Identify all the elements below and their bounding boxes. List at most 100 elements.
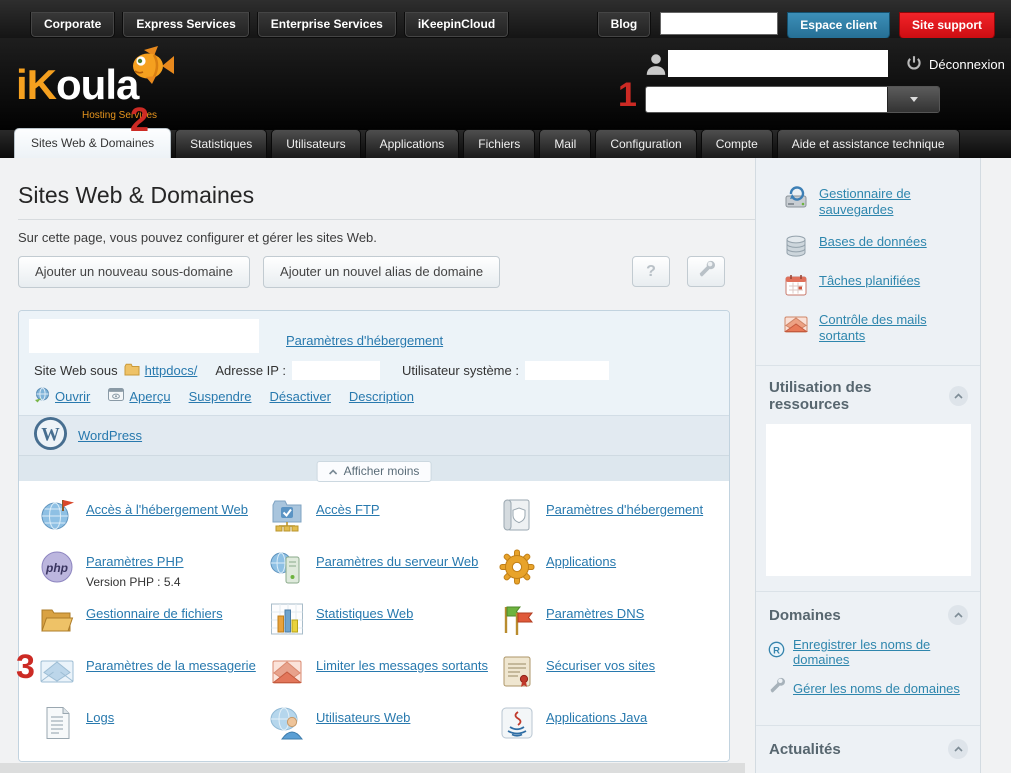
tab-fichiers[interactable]: Fichiers bbox=[463, 129, 535, 158]
grid-item-outgoing-mail-limit: Limiter les messages sortants bbox=[269, 653, 499, 705]
help-button[interactable]: ? bbox=[632, 256, 670, 287]
tab-utilisateurs[interactable]: Utilisateurs bbox=[271, 129, 360, 158]
domain-name-field bbox=[29, 319, 259, 353]
show-less-button[interactable]: Afficher moins bbox=[317, 461, 432, 482]
domains-section: Domaines R Enregistrer les noms de domai… bbox=[756, 591, 980, 725]
add-domain-alias-button[interactable]: Ajouter un nouvel alias de domaine bbox=[263, 256, 500, 288]
power-icon bbox=[906, 55, 922, 74]
resources-collapse-button[interactable] bbox=[949, 386, 968, 406]
folder-icon bbox=[124, 363, 140, 379]
httpdocs-link[interactable]: httpdocs/ bbox=[145, 363, 198, 378]
sidebar-item-scheduled-tasks: Tâches planifiées bbox=[784, 273, 968, 297]
web-users-link[interactable]: Utilisateurs Web bbox=[316, 710, 410, 725]
top-tab-enterprise-services[interactable]: Enterprise Services bbox=[257, 12, 397, 38]
news-collapse-button[interactable] bbox=[948, 739, 968, 759]
outgoing-mail-control-link[interactable]: Contrôle des mails sortants bbox=[819, 312, 968, 345]
register-domains-link[interactable]: Enregistrer les noms de domaines bbox=[793, 637, 970, 667]
web-server-settings-icon bbox=[269, 549, 305, 585]
settings-wrench-button[interactable] bbox=[687, 256, 725, 287]
domains-section-title: Domaines bbox=[769, 607, 841, 624]
preview-link[interactable]: Aperçu bbox=[108, 388, 170, 405]
wordpress-row: W WordPress bbox=[19, 415, 729, 455]
grid-item-secure-sites: Sécuriser vos sites bbox=[499, 653, 727, 705]
fish-mascot-icon bbox=[124, 44, 178, 99]
scheduled-tasks-link[interactable]: Tâches planifiées bbox=[819, 273, 920, 297]
open-site-label: Ouvrir bbox=[55, 389, 90, 404]
ikoula-logo: iKoula Hosting Services bbox=[16, 64, 186, 128]
logs-link[interactable]: Logs bbox=[86, 710, 114, 725]
register-domains-row: R Enregistrer les noms de domaines bbox=[768, 637, 970, 667]
top-tab-express-services[interactable]: Express Services bbox=[122, 12, 249, 38]
ftp-access-link[interactable]: Accès FTP bbox=[316, 502, 380, 517]
databases-link[interactable]: Bases de données bbox=[819, 234, 927, 258]
hosting-settings-link[interactable]: Paramètres d'hébergement bbox=[286, 333, 443, 348]
deactivate-link[interactable]: Désactiver bbox=[269, 389, 330, 404]
manage-domains-wrench-icon bbox=[768, 677, 785, 699]
manage-domains-link[interactable]: Gérer les noms de domaines bbox=[793, 681, 960, 696]
svg-text:R: R bbox=[773, 645, 780, 656]
file-manager-link[interactable]: Gestionnaire de fichiers bbox=[86, 606, 223, 621]
feature-grid: Accès à l'hébergement Web Accès F bbox=[19, 481, 729, 761]
svg-text:php: php bbox=[45, 561, 68, 575]
hosting-settings-grid-link[interactable]: Paramètres d'hébergement bbox=[546, 502, 703, 517]
description-link[interactable]: Description bbox=[349, 389, 414, 404]
top-search-input[interactable] bbox=[660, 12, 778, 35]
ip-label: Adresse IP : bbox=[215, 363, 286, 378]
preview-label: Aperçu bbox=[129, 389, 170, 404]
top-bar-tabs: Corporate Express Services Enterprise Se… bbox=[30, 12, 509, 38]
espace-client-button[interactable]: Espace client bbox=[787, 12, 890, 39]
page-title: Sites Web & Domaines bbox=[18, 182, 254, 209]
file-manager-icon bbox=[39, 601, 75, 637]
secure-sites-link[interactable]: Sécuriser vos sites bbox=[546, 658, 655, 673]
tab-applications[interactable]: Applications bbox=[365, 129, 460, 158]
top-tab-blog[interactable]: Blog bbox=[597, 12, 652, 38]
tab-aide[interactable]: Aide et assistance technique bbox=[777, 129, 960, 158]
toolbar-mini-buttons: ? bbox=[632, 256, 725, 287]
php-settings-icon: php bbox=[39, 549, 75, 585]
grid-item-web-server-settings: Paramètres du serveur Web bbox=[269, 549, 499, 601]
outgoing-mail-control-icon bbox=[784, 312, 808, 336]
add-subdomain-button[interactable]: Ajouter un nouveau sous-domaine bbox=[18, 256, 250, 288]
suspend-link[interactable]: Suspendre bbox=[189, 389, 252, 404]
web-server-settings-link[interactable]: Paramètres du serveur Web bbox=[316, 554, 478, 569]
sidebar-item-databases: Bases de données bbox=[784, 234, 968, 258]
tab-mail[interactable]: Mail bbox=[539, 129, 591, 158]
grid-item-mail-settings: Paramètres de la messagerie bbox=[39, 653, 269, 705]
logout-label: Déconnexion bbox=[929, 57, 1005, 72]
resources-section: Utilisation des ressources bbox=[756, 365, 980, 576]
applications-link[interactable]: Applications bbox=[546, 554, 616, 569]
wrench-icon bbox=[697, 260, 715, 283]
open-site-icon bbox=[34, 387, 50, 406]
logout-button[interactable]: Déconnexion bbox=[906, 55, 1005, 74]
backup-manager-link[interactable]: Gestionnaire de sauvegardes bbox=[819, 186, 968, 219]
dns-settings-link[interactable]: Paramètres DNS bbox=[546, 606, 644, 621]
sidebar-item-backup-manager: Gestionnaire de sauvegardes bbox=[784, 186, 968, 219]
site-support-button[interactable]: Site support bbox=[899, 12, 995, 39]
web-hosting-access-link[interactable]: Accès à l'hébergement Web bbox=[86, 502, 248, 517]
web-statistics-link[interactable]: Statistiques Web bbox=[316, 606, 413, 621]
domains-collapse-button[interactable] bbox=[948, 605, 968, 625]
databases-icon bbox=[784, 234, 808, 258]
php-version-text: Version PHP : 5.4 bbox=[86, 575, 184, 589]
preview-icon bbox=[108, 388, 124, 405]
grid-item-web-users: Utilisateurs Web bbox=[269, 705, 499, 757]
outgoing-mail-limit-link[interactable]: Limiter les messages sortants bbox=[316, 658, 488, 673]
wordpress-link[interactable]: WordPress bbox=[78, 428, 142, 443]
top-tab-corporate[interactable]: Corporate bbox=[30, 12, 115, 38]
php-settings-link[interactable]: Paramètres PHP bbox=[86, 554, 184, 569]
domain-selector-dropdown-button[interactable] bbox=[887, 87, 939, 112]
annotation-step-3: 3 bbox=[16, 650, 35, 684]
domain-selector[interactable] bbox=[645, 86, 940, 113]
top-bar: Corporate Express Services Enterprise Se… bbox=[0, 0, 1011, 38]
tab-statistiques[interactable]: Statistiques bbox=[175, 129, 267, 158]
open-site-link[interactable]: Ouvrir bbox=[34, 387, 90, 406]
show-less-label: Afficher moins bbox=[344, 464, 420, 478]
content-area: Sites Web & Domaines Sur cette page, vou… bbox=[0, 158, 1011, 773]
username-field bbox=[668, 50, 888, 77]
java-applications-link[interactable]: Applications Java bbox=[546, 710, 647, 725]
manage-domains-row: Gérer les noms de domaines bbox=[768, 677, 970, 699]
tab-configuration[interactable]: Configuration bbox=[595, 129, 696, 158]
mail-settings-link[interactable]: Paramètres de la messagerie bbox=[86, 658, 256, 673]
tab-compte[interactable]: Compte bbox=[701, 129, 773, 158]
top-tab-ikeepincloud[interactable]: iKeepinCloud bbox=[404, 12, 509, 38]
